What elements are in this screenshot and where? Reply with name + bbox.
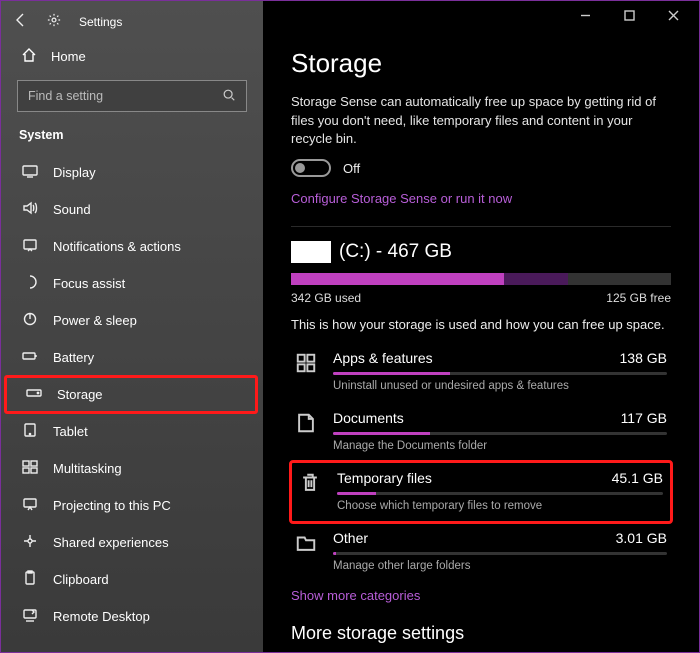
back-icon[interactable] (13, 12, 29, 33)
clipboard-icon (21, 570, 39, 589)
category-sub: Manage the Documents folder (333, 440, 667, 452)
sidebar-item-tablet[interactable]: Tablet (1, 413, 263, 450)
minimize-button[interactable] (567, 1, 603, 29)
category-sub: Uninstall unused or undesired apps & fea… (333, 380, 667, 392)
category-temporary-files[interactable]: Temporary files 45.1 GB Choose which temp… (291, 462, 671, 522)
category-documents[interactable]: Documents 117 GB Manage the Documents fol… (291, 402, 671, 462)
content: Storage Storage Sense can automatically … (263, 1, 699, 652)
category-name: Documents (333, 410, 404, 426)
configure-storage-sense-link[interactable]: Configure Storage Sense or run it now (291, 191, 512, 206)
drive-used: 342 GB used (291, 291, 361, 305)
category-size: 138 GB (620, 350, 667, 366)
category-name: Apps & features (333, 350, 433, 366)
category-size: 45.1 GB (612, 470, 663, 486)
sidebar-item-shared[interactable]: Shared experiences (1, 524, 263, 561)
projecting-icon (21, 496, 39, 515)
notifications-icon (21, 237, 39, 256)
content-titlebar (263, 1, 699, 30)
category-size: 3.01 GB (616, 530, 667, 546)
sidebar-item-label: Tablet (53, 424, 88, 439)
sidebar-home[interactable]: Home (1, 37, 263, 76)
close-button[interactable] (655, 1, 691, 29)
display-icon (21, 163, 39, 182)
category-apps[interactable]: Apps & features 138 GB Uninstall unused o… (291, 342, 671, 402)
sidebar-item-label: Display (53, 165, 96, 180)
sidebar-item-focus[interactable]: Focus assist (1, 265, 263, 302)
maximize-button[interactable] (611, 1, 647, 29)
trash-icon (299, 470, 323, 499)
documents-icon (295, 410, 319, 439)
apps-icon (295, 350, 319, 379)
category-other[interactable]: Other 3.01 GB Manage other large folders (291, 522, 671, 582)
sidebar-item-label: Power & sleep (53, 313, 137, 328)
drive-free: 125 GB free (606, 291, 671, 305)
sidebar-nav: Display Sound Notifications & actions Fo… (1, 148, 263, 652)
sidebar-titlebar: Settings (1, 7, 263, 37)
category-list: Apps & features 138 GB Uninstall unused o… (291, 342, 671, 582)
sidebar-item-label: Sound (53, 202, 91, 217)
search-placeholder: Find a setting (28, 89, 222, 103)
category-sub: Manage other large folders (333, 560, 667, 572)
window-title: Settings (79, 15, 122, 29)
sidebar-item-projecting[interactable]: Projecting to this PC (1, 487, 263, 524)
sidebar-category: System (1, 122, 263, 148)
sidebar-item-multitasking[interactable]: Multitasking (1, 450, 263, 487)
drive-header: (C:) - 467 GB (291, 241, 671, 263)
remote-icon (21, 607, 39, 626)
divider (291, 226, 671, 227)
sidebar-item-label: Focus assist (53, 276, 125, 291)
sidebar-item-label: Battery (53, 350, 94, 365)
sidebar-item-label: Clipboard (53, 572, 109, 587)
sidebar-home-label: Home (51, 49, 86, 64)
drive-color-swatch (291, 241, 331, 263)
storage-sense-text: Storage Sense can automatically free up … (291, 93, 671, 150)
sidebar-item-battery[interactable]: Battery (1, 339, 263, 376)
category-sub: Choose which temporary files to remove (337, 500, 663, 512)
sidebar-item-label: Projecting to this PC (53, 498, 171, 513)
sidebar-item-sound[interactable]: Sound (1, 191, 263, 228)
toggle-state-label: Off (343, 161, 360, 176)
sound-icon (21, 200, 39, 219)
search-input[interactable]: Find a setting (17, 80, 247, 112)
tablet-icon (21, 422, 39, 441)
folder-icon (295, 530, 319, 559)
sidebar: Settings Home Find a setting System Disp… (1, 1, 263, 652)
shared-icon (21, 533, 39, 552)
sidebar-item-power[interactable]: Power & sleep (1, 302, 263, 339)
sidebar-item-storage[interactable]: Storage (5, 376, 257, 413)
sidebar-item-clipboard[interactable]: Clipboard (1, 561, 263, 598)
storage-icon (25, 385, 43, 404)
power-icon (21, 311, 39, 330)
page-title: Storage (291, 48, 671, 79)
sidebar-item-label: Multitasking (53, 461, 122, 476)
storage-sense-toggle[interactable] (291, 159, 331, 177)
sidebar-item-remote[interactable]: Remote Desktop (1, 598, 263, 635)
category-size: 117 GB (621, 410, 667, 426)
more-storage-settings-title: More storage settings (291, 623, 671, 644)
how-storage-used-text: This is how your storage is used and how… (291, 317, 671, 332)
sidebar-item-display[interactable]: Display (1, 154, 263, 191)
battery-icon (21, 348, 39, 367)
focus-icon (21, 274, 39, 293)
category-name: Other (333, 530, 368, 546)
sidebar-item-label: Shared experiences (53, 535, 169, 550)
drive-name: (C:) - 467 GB (339, 241, 452, 263)
show-more-categories-link[interactable]: Show more categories (291, 588, 420, 603)
multitasking-icon (21, 459, 39, 478)
sidebar-item-notifications[interactable]: Notifications & actions (1, 228, 263, 265)
settings-icon (47, 13, 61, 32)
sidebar-item-label: Remote Desktop (53, 609, 150, 624)
drive-usage-bar (291, 273, 671, 285)
home-icon (21, 47, 37, 66)
sidebar-item-label: Storage (57, 387, 103, 402)
sidebar-item-label: Notifications & actions (53, 239, 181, 254)
category-name: Temporary files (337, 470, 432, 486)
search-icon (222, 88, 236, 105)
